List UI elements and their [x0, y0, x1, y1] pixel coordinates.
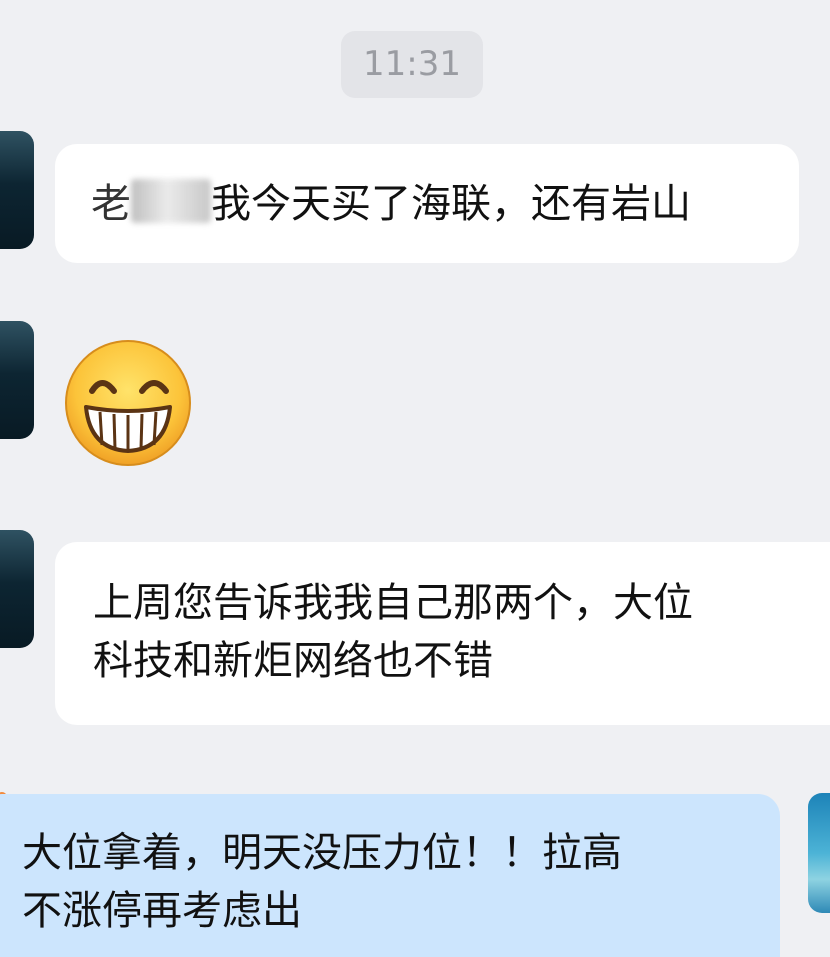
redacted-name-blur	[131, 179, 211, 223]
timestamp-chip: 11:31	[341, 31, 483, 98]
avatar-image	[0, 587, 5, 597]
message-text-line: 科技和新炬网络也不错	[93, 638, 493, 684]
message-text-line: 不涨停再考虑出	[22, 888, 302, 934]
avatar[interactable]	[0, 131, 34, 249]
chat-view: 11:31 老我今天买了海联，还有岩山 上周您告诉我我自己那两个，大位 科技和新…	[0, 0, 830, 957]
message-bubble-incoming[interactable]: 老 我今天买了海联，还有岩山	[55, 144, 799, 263]
message-bubble-outgoing[interactable]: 大位拿着，明天没压力位！！拉高 不涨停再考虑出	[0, 794, 780, 957]
redacted-prefix: 老	[91, 181, 131, 227]
message-bubble-incoming[interactable]: 上周您告诉我我自己那两个，大位 科技和新炬网络也不错	[55, 542, 830, 725]
message-text: 我今天买了海联，还有岩山	[211, 181, 691, 227]
timestamp-text: 11:31	[363, 44, 461, 84]
message-text-line: 大位拿着，明天没压力位！！拉高	[22, 830, 622, 876]
avatar-image	[0, 188, 5, 198]
my-avatar[interactable]	[808, 793, 830, 913]
grinning-face-emoji[interactable]	[62, 337, 194, 469]
message-text-line: 上周您告诉我我自己那两个，大位	[93, 580, 693, 626]
avatar[interactable]	[0, 530, 34, 648]
avatar[interactable]	[0, 321, 34, 439]
avatar-image	[0, 378, 5, 388]
